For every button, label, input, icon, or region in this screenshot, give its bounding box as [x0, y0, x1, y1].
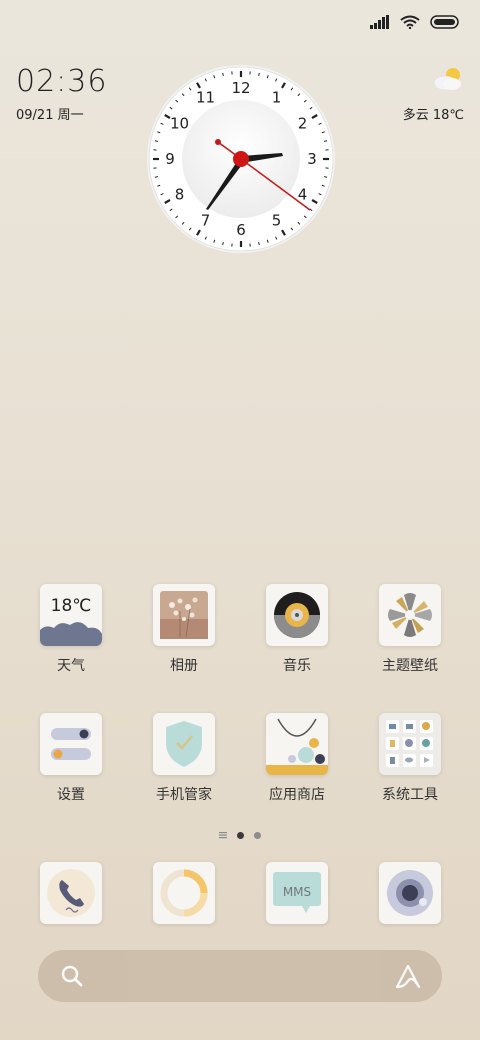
- dock-camera[interactable]: [360, 862, 460, 924]
- app-label: 主题壁纸: [382, 658, 438, 674]
- status-bar: [370, 12, 460, 32]
- themes-icon[interactable]: [379, 584, 441, 646]
- clock-numeral: 6: [236, 221, 246, 239]
- app-label: 手机管家: [156, 787, 212, 803]
- clock-numeral: 9: [165, 150, 175, 168]
- clock-numeral: 2: [298, 115, 308, 133]
- app-label: 音乐: [283, 658, 311, 674]
- clock-numeral: 4: [298, 186, 308, 204]
- app-store[interactable]: 应用商店: [247, 713, 347, 804]
- clock-numeral: 3: [307, 150, 317, 168]
- partly-cloudy-icon[interactable]: [432, 66, 464, 92]
- browser-icon[interactable]: [153, 862, 215, 924]
- widget-weather-text: 多云 18℃: [402, 108, 464, 123]
- app-themes[interactable]: 主题壁纸: [360, 584, 460, 675]
- clock-tick: [324, 176, 328, 178]
- dock-browser[interactable]: [134, 862, 234, 924]
- phone-icon[interactable]: [40, 862, 102, 924]
- app-music[interactable]: 音乐: [247, 584, 347, 675]
- battery-icon: [430, 15, 459, 29]
- app-weather[interactable]: 18℃ 天气: [21, 584, 121, 675]
- settings-icon[interactable]: [40, 713, 102, 775]
- music-icon[interactable]: [266, 584, 328, 646]
- messages-icon[interactable]: MMS: [266, 862, 328, 924]
- clock-numeral: 8: [175, 186, 185, 204]
- page-dot[interactable]: [254, 831, 261, 839]
- app-store-icon[interactable]: [266, 713, 328, 775]
- clock-numeral: 11: [196, 89, 215, 107]
- clock-tick: [258, 242, 260, 246]
- app-label: 天气: [57, 658, 85, 674]
- weather-app-icon[interactable]: 18℃: [40, 584, 102, 646]
- signal-icon: [370, 15, 389, 29]
- widget-date: 09/21 周一: [16, 108, 84, 123]
- page-indicator[interactable]: [0, 829, 480, 841]
- clock-tick: [154, 176, 158, 178]
- app-label: 设置: [57, 787, 85, 803]
- dock-phone[interactable]: [21, 862, 121, 924]
- clock-numeral: 10: [170, 115, 189, 133]
- app-label: 系统工具: [382, 787, 438, 803]
- page-dot-active[interactable]: [237, 831, 244, 839]
- page-indicator-list-icon[interactable]: [219, 831, 227, 839]
- clock-tick: [154, 140, 158, 142]
- dock-messages[interactable]: MMS: [247, 862, 347, 924]
- clock-numeral: 5: [272, 211, 282, 229]
- app-settings[interactable]: 设置: [21, 713, 121, 804]
- clock-tick: [258, 72, 260, 76]
- system-tools-folder-icon[interactable]: [379, 713, 441, 775]
- app-label: 相册: [170, 658, 198, 674]
- security-icon[interactable]: [153, 713, 215, 775]
- clock-tick: [324, 140, 328, 142]
- folder-system-tools[interactable]: 系统工具: [360, 713, 460, 804]
- app-gallery[interactable]: 相册: [134, 584, 234, 675]
- app-label: 应用商店: [269, 787, 325, 803]
- widget-time[interactable]: 02:36: [16, 64, 107, 99]
- app-security[interactable]: 手机管家: [134, 713, 234, 804]
- search-bar[interactable]: [38, 950, 442, 1002]
- clock-tick: [222, 72, 224, 76]
- gallery-icon[interactable]: [153, 584, 215, 646]
- camera-icon[interactable]: [379, 862, 441, 924]
- clock-numeral: 12: [231, 79, 250, 97]
- assistant-icon[interactable]: [394, 963, 422, 989]
- clock-numeral: 1: [272, 89, 282, 107]
- clock-tick: [222, 242, 224, 246]
- search-icon[interactable]: [60, 964, 84, 988]
- analog-clock-widget[interactable]: 12 12 3 45 6 789 10 11: [146, 64, 336, 254]
- clock-numeral: 7: [201, 211, 211, 229]
- wifi-icon: [400, 15, 420, 29]
